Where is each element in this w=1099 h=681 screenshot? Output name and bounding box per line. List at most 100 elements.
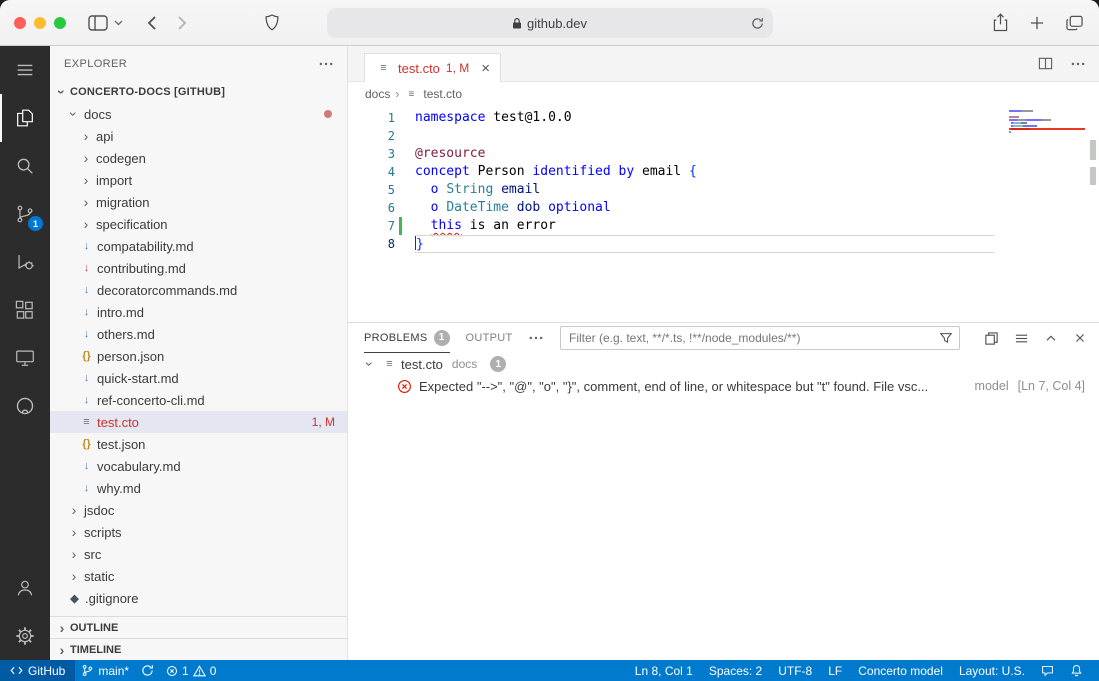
code-editor[interactable]: 1namespace test@1.0.023@resource4concept…: [348, 106, 1099, 322]
split-editor-icon[interactable]: [1038, 56, 1053, 71]
remote-indicator[interactable]: GitHub: [0, 660, 75, 681]
open-editors-view-icon[interactable]: [984, 331, 999, 346]
tree-file-person.json[interactable]: {}person.json: [50, 345, 347, 367]
tree-file-.gitignore[interactable]: ◆.gitignore: [50, 587, 347, 609]
status-indentation[interactable]: Spaces: 2: [701, 660, 770, 681]
tab-problems[interactable]: PROBLEMS 1: [364, 323, 450, 353]
tree-folder-api[interactable]: ›api: [50, 125, 347, 147]
activity-remote-explorer-icon[interactable]: [0, 334, 50, 382]
status-language-mode[interactable]: Concerto model: [850, 660, 951, 681]
code-line-1[interactable]: 1namespace test@1.0.0: [348, 109, 1099, 127]
tab-test-cto[interactable]: ≡ test.cto 1, M ×: [364, 53, 501, 82]
code-line-3[interactable]: 3@resource: [348, 145, 1099, 163]
warning-icon: [193, 665, 206, 677]
problem-item[interactable]: Expected "-->", "@", "o", "}", comment, …: [348, 375, 1099, 397]
workspace-section-header[interactable]: › CONCERTO-DOCS [GITHUB]: [50, 81, 347, 103]
code-line-5[interactable]: 5 o String email: [348, 181, 1099, 199]
forward-button[interactable]: [177, 15, 187, 31]
refresh-icon[interactable]: [751, 17, 764, 30]
tree-folder-migration[interactable]: ›migration: [50, 191, 347, 213]
status-keyboard-layout[interactable]: Layout: U.S.: [951, 660, 1033, 681]
status-eol[interactable]: LF: [820, 660, 850, 681]
tree-item-label: test.json: [97, 437, 145, 452]
tree-folder-src[interactable]: ›src: [50, 543, 347, 565]
tree-folder-scripts[interactable]: ›scripts: [50, 521, 347, 543]
activity-explorer-icon[interactable]: [0, 94, 50, 142]
chevron-down-icon: ›: [67, 106, 81, 122]
cto-file-icon: ≡: [381, 358, 398, 370]
view-as-table-icon[interactable]: [1014, 331, 1029, 346]
tree-file-compatability.md[interactable]: ↓compatability.md: [50, 235, 347, 257]
tree-folder-codegen[interactable]: ›codegen: [50, 147, 347, 169]
tree-file-contributing.md[interactable]: ↓contributing.md: [50, 257, 347, 279]
tab-problem-badge: 1, M: [446, 61, 469, 75]
tree-file-others.md[interactable]: ↓others.md: [50, 323, 347, 345]
tree-folder-specification[interactable]: ›specification: [50, 213, 347, 235]
tree-file-quick-start.md[interactable]: ↓quick-start.md: [50, 367, 347, 389]
code-line-2[interactable]: 2: [348, 127, 1099, 145]
problems-filter-input[interactable]: [561, 331, 959, 345]
activity-github-icon[interactable]: [0, 382, 50, 430]
json-file-icon: {}: [78, 438, 95, 450]
sync-status[interactable]: [135, 660, 160, 681]
tree-file-intro.md[interactable]: ↓intro.md: [50, 301, 347, 323]
fullscreen-window-button[interactable]: [54, 17, 66, 29]
tree-folder-jsdoc[interactable]: ›jsdoc: [50, 499, 347, 521]
activity-account-icon[interactable]: [0, 564, 50, 612]
chevron-right-icon: ›: [78, 129, 94, 143]
minimize-window-button[interactable]: [34, 17, 46, 29]
tree-folder-docs[interactable]: ›docs: [50, 103, 347, 125]
explorer-more-actions-icon[interactable]: [319, 62, 333, 66]
tree-folder-static[interactable]: ›static: [50, 565, 347, 587]
code-text: namespace test@1.0.0: [415, 109, 995, 127]
activity-settings-icon[interactable]: [0, 612, 50, 660]
sidebar-toggle-icon[interactable]: [88, 15, 108, 31]
problems-status[interactable]: 1 0: [160, 660, 222, 681]
activity-search-icon[interactable]: [0, 142, 50, 190]
code-line-7[interactable]: 7 this is an error: [348, 217, 1099, 235]
activity-run-debug-icon[interactable]: [0, 238, 50, 286]
browser-toolbar: github.dev: [0, 0, 1099, 46]
status-encoding[interactable]: UTF-8: [770, 660, 820, 681]
status-cursor-position[interactable]: Ln 8, Col 1: [627, 660, 701, 681]
close-window-button[interactable]: [14, 17, 26, 29]
filter-icon[interactable]: [939, 331, 953, 345]
tree-file-decoratorcommands.md[interactable]: ↓decoratorcommands.md: [50, 279, 347, 301]
privacy-shield-icon[interactable]: [265, 14, 279, 31]
branch-status[interactable]: main*: [75, 660, 135, 681]
tab-close-icon[interactable]: ×: [481, 61, 490, 76]
panel-more-tabs-icon[interactable]: [529, 336, 543, 340]
back-button[interactable]: [147, 15, 157, 31]
tab-overview-icon[interactable]: [1066, 15, 1083, 31]
feedback-status[interactable]: [1033, 660, 1062, 681]
outline-section-header[interactable]: › OUTLINE: [50, 616, 347, 638]
tree-file-test.cto[interactable]: ≡test.cto1, M: [50, 411, 347, 433]
code-line-6[interactable]: 6 o DateTime dob optional: [348, 199, 1099, 217]
tree-file-vocabulary.md[interactable]: ↓vocabulary.md: [50, 455, 347, 477]
breadcrumb-folder[interactable]: docs: [365, 87, 390, 101]
breadcrumb-file[interactable]: test.cto: [423, 87, 462, 101]
timeline-section-header[interactable]: › TIMELINE: [50, 638, 347, 660]
code-line-4[interactable]: 4concept Person identified by email {: [348, 163, 1099, 181]
md-file-icon: ↓: [78, 372, 95, 384]
problems-file-group[interactable]: › ≡ test.cto docs 1: [348, 353, 1099, 375]
tree-folder-import[interactable]: ›import: [50, 169, 347, 191]
tree-file-why.md[interactable]: ↓why.md: [50, 477, 347, 499]
activity-menu-icon[interactable]: [0, 46, 50, 94]
tab-output[interactable]: OUTPUT: [466, 323, 513, 353]
code-line-8[interactable]: 8}: [348, 235, 1099, 253]
share-icon[interactable]: [993, 13, 1008, 32]
chevron-down-icon[interactable]: [114, 20, 123, 26]
editor-more-actions-icon[interactable]: [1071, 62, 1085, 66]
activity-extensions-icon[interactable]: [0, 286, 50, 334]
minimap[interactable]: [1009, 110, 1085, 134]
new-tab-icon[interactable]: [1030, 16, 1044, 30]
tree-file-test.json[interactable]: {}test.json: [50, 433, 347, 455]
activity-source-control-icon[interactable]: 1: [0, 190, 50, 238]
overview-ruler[interactable]: [1090, 106, 1096, 322]
close-panel-icon[interactable]: [1073, 331, 1087, 345]
tree-file-ref-concerto-cli.md[interactable]: ↓ref-concerto-cli.md: [50, 389, 347, 411]
address-bar[interactable]: github.dev: [327, 8, 773, 38]
maximize-panel-icon[interactable]: [1044, 331, 1058, 345]
notifications-status[interactable]: [1062, 660, 1091, 681]
